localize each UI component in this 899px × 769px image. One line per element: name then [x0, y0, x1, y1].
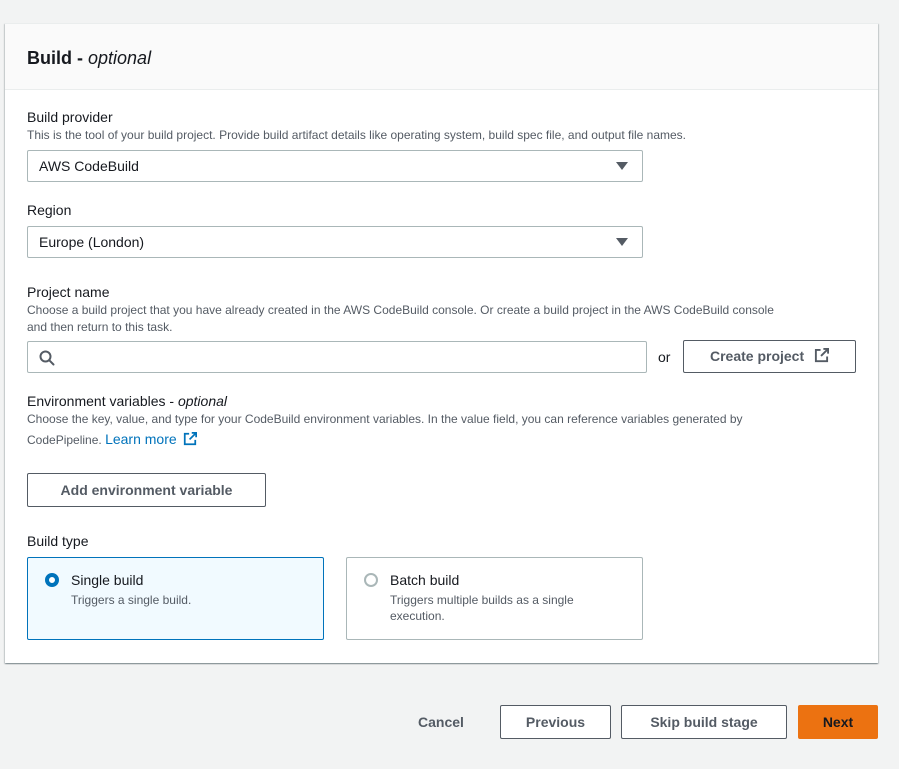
create-project-label: Create project: [709, 348, 805, 364]
region-label: Region: [27, 202, 72, 218]
previous-button[interactable]: Previous: [500, 705, 611, 739]
build-type-single-tile[interactable]: Single build Triggers a single build.: [27, 557, 324, 640]
batch-build-description: Triggers multiple builds as a single exe…: [390, 593, 574, 623]
build-provider-description: This is the tool of your build project. …: [27, 128, 687, 142]
batch-build-radio[interactable]: [364, 573, 378, 587]
or-text: or: [658, 349, 671, 365]
build-provider-label: Build provider: [27, 109, 113, 125]
build-type-label: Build type: [27, 533, 89, 549]
project-search-input[interactable]: [27, 341, 647, 373]
project-name-description-1: Choose a build project that you have alr…: [27, 303, 774, 317]
env-vars-description-2: CodePipeline. Learn more: [27, 430, 197, 449]
cancel-button[interactable]: Cancel: [418, 714, 464, 730]
panel-title-optional: optional: [88, 48, 152, 68]
next-button[interactable]: Next: [798, 705, 878, 739]
project-search-field[interactable]: [64, 346, 638, 370]
caret-down-icon: [616, 238, 628, 246]
project-name-description-2: and then return to this task.: [27, 320, 173, 334]
skip-build-stage-button[interactable]: Skip build stage: [621, 705, 787, 739]
learn-more-link[interactable]: Learn more: [105, 431, 197, 447]
region-value: Europe (London): [39, 234, 145, 250]
external-link-icon: [814, 348, 830, 363]
single-build-title: Single build: [71, 572, 144, 588]
create-project-button[interactable]: Create project: [683, 340, 856, 373]
single-build-description: Triggers a single build.: [71, 593, 192, 607]
panel-title: Build - optional: [27, 48, 152, 68]
build-provider-value: AWS CodeBuild: [39, 158, 139, 174]
search-icon: [39, 350, 55, 366]
add-environment-variable-button[interactable]: Add environment variable: [27, 473, 266, 507]
build-provider-select[interactable]: AWS CodeBuild: [27, 150, 643, 182]
external-link-icon: [183, 432, 197, 446]
project-name-label: Project name: [27, 284, 110, 300]
env-vars-label: Environment variables - optional: [27, 393, 228, 409]
caret-down-icon: [616, 162, 628, 170]
panel-title-text: Build: [27, 48, 72, 68]
single-build-radio[interactable]: [45, 573, 59, 587]
region-select[interactable]: Europe (London): [27, 226, 643, 258]
build-panel: Build - optional Build provider This is …: [5, 23, 878, 663]
panel-header: Build - optional: [5, 24, 878, 90]
build-type-batch-tile[interactable]: Batch build Triggers multiple builds as …: [346, 557, 643, 640]
env-vars-description-1: Choose the key, value, and type for your…: [27, 412, 743, 426]
env-vars-optional: optional: [177, 393, 228, 409]
batch-build-title: Batch build: [390, 572, 460, 588]
